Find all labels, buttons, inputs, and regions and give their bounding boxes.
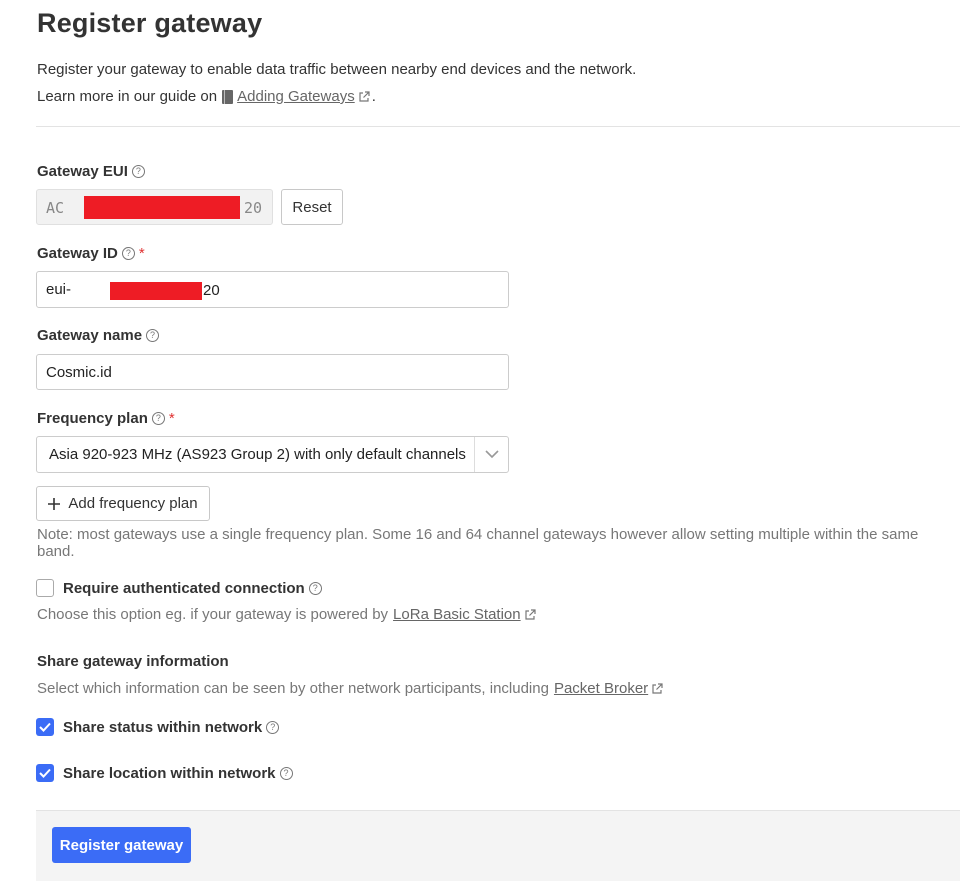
eui-suffix: 20 (244, 199, 263, 217)
share-status-checkbox[interactable] (36, 718, 54, 736)
packet-broker-link[interactable]: Packet Broker (554, 680, 648, 697)
share-status-row[interactable]: Share status within network ? (36, 718, 280, 736)
help-icon[interactable]: ? (266, 720, 280, 734)
redaction-block (110, 282, 202, 300)
checkmark-icon (39, 768, 51, 778)
book-icon (222, 89, 234, 104)
gateway-id-suffix: 20 (203, 282, 220, 299)
frequency-label: Frequency plan (37, 410, 148, 427)
gateway-name-label-row: Gateway name ? (37, 327, 160, 344)
frequency-plan-select[interactable]: Asia 920-923 MHz (AS923 Group 2) with on… (36, 436, 509, 473)
gateway-name-input[interactable]: Cosmic.id (36, 354, 509, 390)
share-location-label: Share location within network (63, 764, 276, 782)
eui-field[interactable]: AC 20 (36, 189, 273, 225)
frequency-selected: Asia 920-923 MHz (AS923 Group 2) with on… (49, 446, 466, 463)
lora-basic-station-link[interactable]: LoRa Basic Station (393, 606, 521, 623)
frequency-note: Note: most gateways use a single frequen… (37, 526, 919, 560)
auth-label: Require authenticated connection (63, 579, 305, 597)
guide-line: Learn more in our guide on Adding Gatewa… (37, 88, 376, 105)
external-link-icon (525, 608, 536, 620)
eui-label-row: Gateway EUI ? (37, 163, 145, 180)
frequency-label-row: Frequency plan ? * (37, 410, 175, 427)
chevron-down-icon[interactable] (474, 437, 508, 472)
gateway-id-label: Gateway ID (37, 245, 118, 262)
share-location-checkbox[interactable] (36, 764, 54, 782)
auth-checkbox-row[interactable]: Require authenticated connection ? (36, 579, 322, 597)
help-icon[interactable]: ? (131, 165, 145, 178)
guide-prefix: Learn more in our guide on (37, 88, 218, 105)
required-mark: * (168, 410, 175, 427)
help-icon[interactable]: ? (121, 247, 135, 260)
help-icon[interactable]: ? (146, 329, 160, 342)
share-status-label: Share status within network (63, 718, 263, 736)
help-icon[interactable]: ? (308, 581, 322, 595)
register-gateway-button[interactable]: Register gateway (52, 827, 191, 863)
help-icon[interactable]: ? (279, 766, 293, 780)
gateway-name-label: Gateway name (37, 327, 143, 344)
auth-hint-text: Choose this option eg. if your gateway i… (37, 606, 389, 623)
external-link-icon (359, 90, 370, 102)
page-title: Register gateway (37, 8, 263, 38)
external-link-icon (652, 682, 663, 694)
gateway-id-prefix: eui- (46, 281, 72, 298)
auth-hint: Choose this option eg. if your gateway i… (37, 606, 536, 623)
guide-suffix: . (371, 88, 376, 105)
page-description: Register your gateway to enable data tra… (37, 61, 637, 78)
header-divider (36, 126, 960, 127)
adding-gateways-link[interactable]: Adding Gateways (237, 88, 355, 105)
eui-prefix: AC (46, 199, 65, 217)
share-hint: Select which information can be seen by … (37, 680, 663, 697)
gateway-id-input[interactable]: eui- 20 (36, 271, 509, 308)
plus-icon (48, 497, 61, 510)
redaction-block (84, 196, 240, 219)
help-icon[interactable]: ? (151, 412, 165, 425)
auth-checkbox[interactable] (36, 579, 54, 597)
share-heading: Share gateway information (37, 653, 229, 670)
share-location-row[interactable]: Share location within network ? (36, 764, 293, 782)
checkmark-icon (39, 722, 51, 732)
share-hint-text: Select which information can be seen by … (37, 680, 549, 697)
add-frequency-plan-label: Add frequency plan (68, 495, 198, 512)
reset-button[interactable]: Reset (281, 189, 343, 225)
required-mark: * (138, 245, 145, 262)
eui-label: Gateway EUI (37, 163, 128, 180)
gateway-id-label-row: Gateway ID ? * (37, 245, 145, 262)
add-frequency-plan-button[interactable]: Add frequency plan (36, 486, 210, 521)
